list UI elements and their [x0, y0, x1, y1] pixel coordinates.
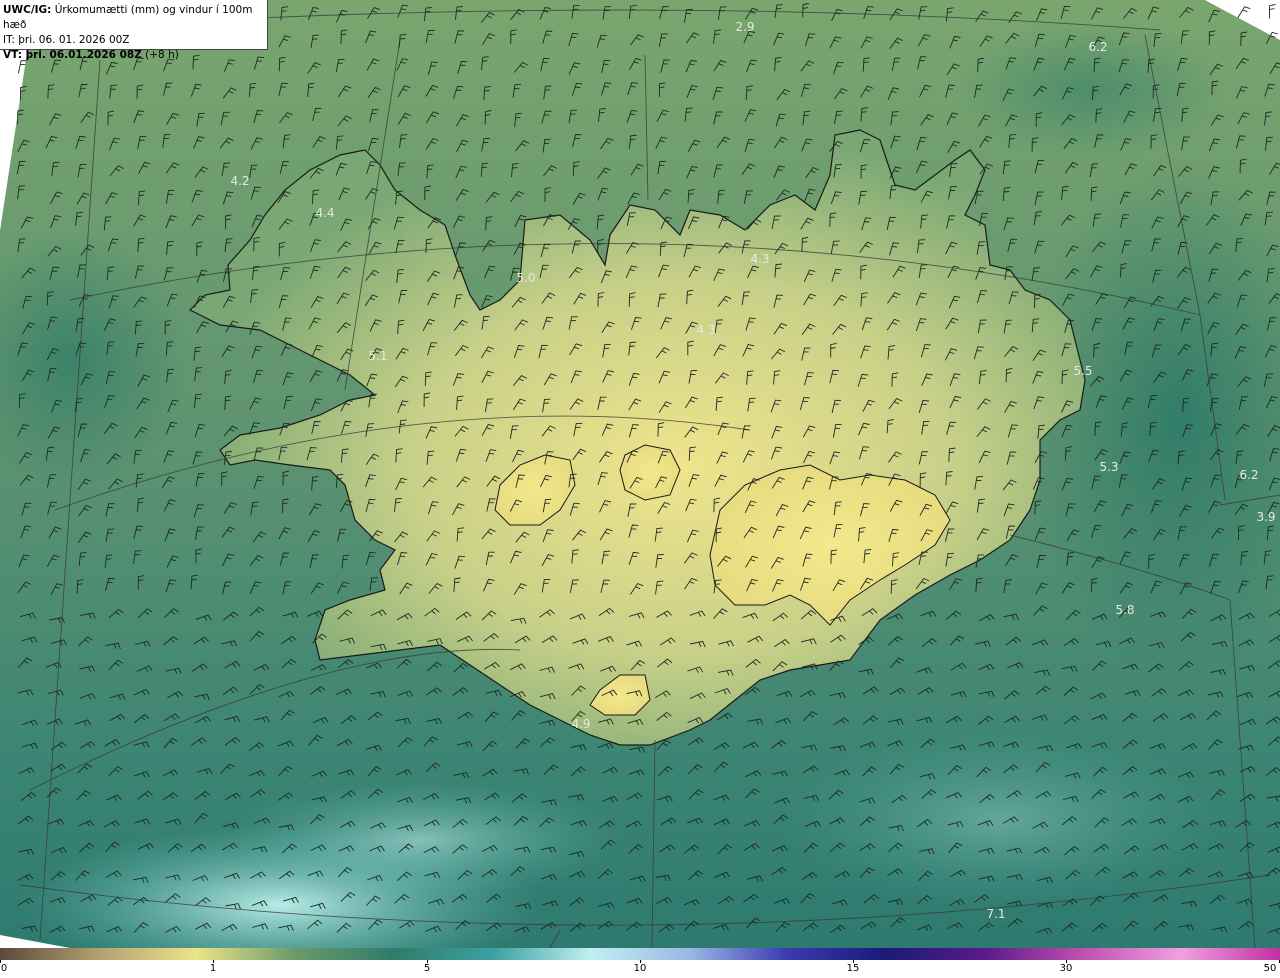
- value-label: 6.2: [1239, 468, 1259, 482]
- value-label: 4.4: [315, 206, 335, 220]
- value-label: 3.9: [1256, 510, 1276, 524]
- value-label: 4.3: [750, 252, 770, 266]
- valid-time-line: VT: þri. 06.01.2026 08Z (+8 h): [3, 48, 267, 63]
- value-label: 2.9: [735, 20, 755, 34]
- forecast-map: 2.9 6.2 4.2 4.4 5.0 4.3 5.1 4.3 5.5 5.3 …: [0, 0, 1280, 948]
- colorbar-tick: 1: [209, 963, 217, 974]
- title-line: UWC/IG: Úrkomumætti (mm) og vindur í 100…: [3, 3, 267, 33]
- map-header: UWC/IG: Úrkomumætti (mm) og vindur í 100…: [0, 0, 268, 61]
- colorbar-tick: 5: [423, 963, 431, 974]
- colorbar-tick: 30: [1059, 963, 1073, 974]
- lead-time: (+8 h): [141, 49, 179, 61]
- value-label: 4.3: [696, 323, 716, 337]
- colorbar: [0, 948, 1280, 960]
- colorbar-tick: 50: [1263, 963, 1277, 974]
- colorbar-tick: 15: [846, 963, 860, 974]
- value-label: 5.0: [516, 271, 536, 285]
- colorbar-tick: 0: [0, 963, 8, 974]
- value-label: 5.1: [368, 349, 388, 363]
- colorbar-tick: 10: [633, 963, 647, 974]
- value-label: 4.2: [230, 174, 250, 188]
- value-label: 4.9: [571, 717, 591, 731]
- valid-time: VT: þri. 06.01.2026 08Z: [3, 49, 142, 61]
- value-label: 5.5: [1073, 364, 1093, 378]
- value-label: 7.1: [986, 907, 1006, 921]
- init-time: IT: þri. 06. 01. 2026 00Z: [3, 34, 130, 46]
- value-label: 5.8: [1115, 603, 1135, 617]
- colorbar-ticks: 0 1 5 10 15 30 50: [0, 960, 1280, 978]
- value-label: 5.3: [1099, 460, 1119, 474]
- value-label: 6.2: [1088, 40, 1108, 54]
- hofsjokull: [619, 444, 681, 501]
- map-canvas: [0, 0, 1280, 948]
- model-label: UWC/IG:: [3, 4, 52, 16]
